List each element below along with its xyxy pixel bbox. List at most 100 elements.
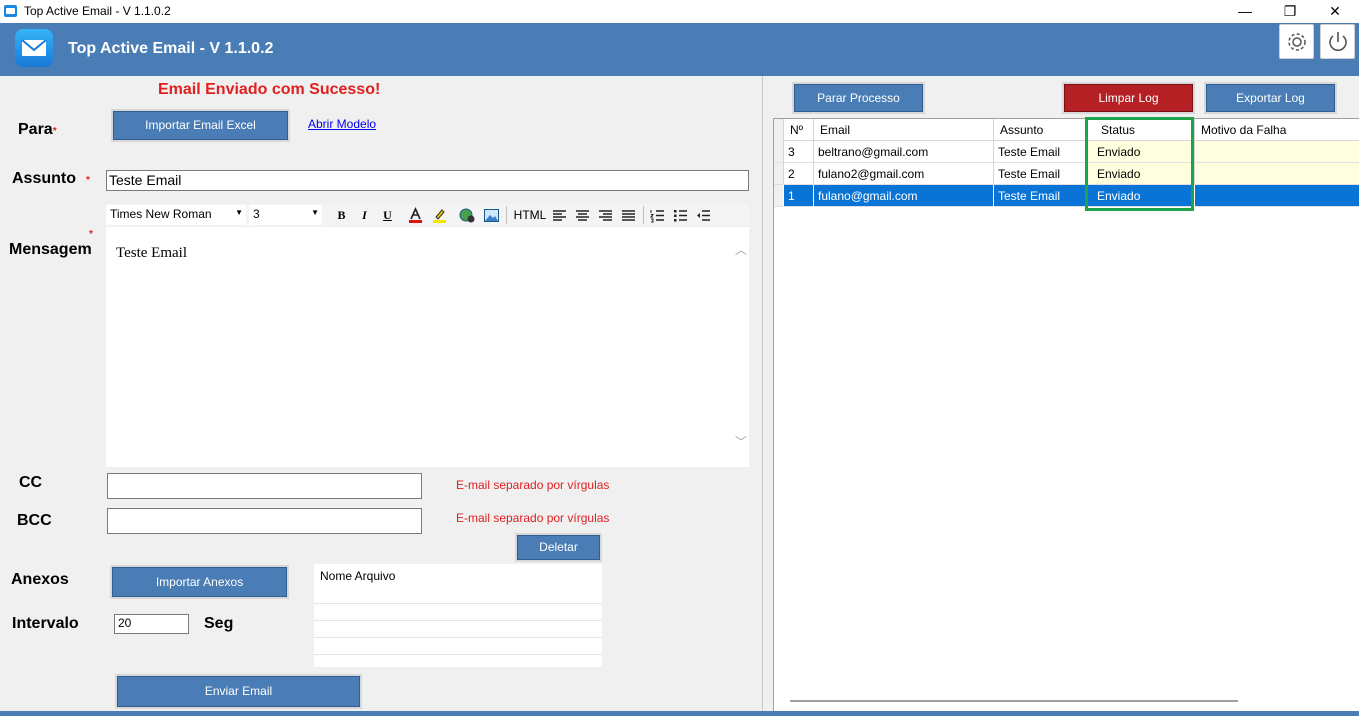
import-excel-button[interactable]: Importar Email Excel	[113, 111, 288, 140]
window-titlebar: Top Active Email - V 1.1.0.2 — ❐ ✕	[0, 0, 1359, 23]
table-row[interactable]: 3 beltrano@gmail.com Teste Email Enviado	[774, 141, 1359, 163]
bcc-hint: E-mail separado por vírgulas	[456, 511, 610, 525]
underline-button[interactable]: U	[379, 207, 396, 224]
stop-process-button[interactable]: Parar Processo	[794, 84, 923, 112]
align-right-icon[interactable]	[597, 207, 614, 224]
list-divider	[314, 637, 602, 638]
toolbar-separator	[643, 206, 644, 224]
horizontal-scrollbar[interactable]	[790, 700, 1238, 702]
list-divider	[314, 654, 602, 655]
toolbar-separator	[506, 206, 507, 224]
cc-input[interactable]	[107, 473, 422, 499]
bcc-input[interactable]	[107, 508, 422, 534]
row-failure-reason	[1195, 185, 1359, 207]
message-editor[interactable]: Teste Email ︿ ﹀	[106, 227, 749, 467]
table-row-selected[interactable]: 1 fulano@gmail.com Teste Email Enviado	[774, 185, 1359, 207]
chevron-down-icon: ▼	[311, 208, 319, 217]
subject-input[interactable]: Teste Email	[106, 170, 749, 191]
send-email-button[interactable]: Enviar Email	[117, 676, 360, 707]
column-header-email[interactable]: Email	[814, 119, 994, 141]
row-email: fulano2@gmail.com	[814, 163, 994, 185]
column-header-failure-reason[interactable]: Motivo da Falha	[1195, 119, 1359, 141]
row-number: 3	[784, 141, 814, 163]
row-status: Enviado	[1088, 163, 1195, 185]
interval-unit: Seg	[204, 615, 234, 632]
to-label: Para*	[18, 121, 57, 138]
font-size-select[interactable]: 3 ▼	[249, 205, 322, 225]
clear-log-button[interactable]: Limpar Log	[1064, 84, 1193, 112]
attachments-list[interactable]: Nome Arquivo	[314, 564, 602, 667]
row-subject: Teste Email	[994, 163, 1088, 185]
close-button[interactable]: ✕	[1312, 0, 1358, 23]
editor-toolbar: Times New Roman ▼ 3 ▼ B I U HTML	[106, 204, 749, 226]
numbered-list-icon[interactable]	[649, 207, 666, 224]
font-family-select[interactable]: Times New Roman ▼	[106, 205, 246, 225]
bcc-label: BCC	[17, 512, 52, 529]
row-header-cell	[774, 141, 784, 163]
window-title: Top Active Email - V 1.1.0.2	[24, 4, 171, 18]
minimize-button[interactable]: —	[1222, 0, 1268, 23]
row-subject: Teste Email	[994, 141, 1088, 163]
attachments-column-header: Nome Arquivo	[320, 569, 396, 583]
message-label: Mensagem *	[9, 229, 93, 258]
insert-link-icon[interactable]	[459, 207, 476, 224]
app-title: Top Active Email - V 1.1.0.2	[68, 40, 274, 57]
attachments-label: Anexos	[11, 571, 69, 588]
gear-icon	[1288, 33, 1306, 51]
row-header-cell	[774, 185, 784, 207]
chevron-down-icon: ▼	[235, 208, 243, 217]
row-email: fulano@gmail.com	[814, 185, 994, 207]
cc-label: CC	[19, 474, 43, 491]
log-grid[interactable]: Nº Email Assunto Status Motivo da Falha …	[773, 118, 1359, 712]
list-divider	[314, 603, 602, 604]
interval-label: Intervalo	[12, 615, 79, 632]
font-family-value: Times New Roman	[110, 207, 212, 221]
row-subject: Teste Email	[994, 185, 1088, 207]
row-failure-reason	[1195, 141, 1359, 163]
app-header: Top Active Email - V 1.1.0.2	[0, 23, 1359, 76]
panel-splitter[interactable]	[762, 76, 772, 712]
maximize-button[interactable]: ❐	[1267, 0, 1313, 23]
insert-image-icon[interactable]	[483, 207, 500, 224]
power-icon	[1329, 32, 1347, 51]
settings-button[interactable]	[1279, 24, 1314, 59]
column-header-subject[interactable]: Assunto	[994, 119, 1088, 141]
outdent-icon[interactable]	[695, 207, 712, 224]
app-icon	[4, 5, 17, 17]
list-divider	[314, 620, 602, 621]
row-failure-reason	[1195, 163, 1359, 185]
row-status: Enviado	[1088, 141, 1195, 163]
column-header-status[interactable]: Status	[1088, 119, 1195, 141]
open-template-link[interactable]: Abrir Modelo	[308, 117, 376, 131]
font-color-icon[interactable]	[407, 207, 424, 224]
cc-hint: E-mail separado por vírgulas	[456, 478, 610, 492]
export-log-button[interactable]: Exportar Log	[1206, 84, 1335, 112]
row-email: beltrano@gmail.com	[814, 141, 994, 163]
italic-button[interactable]: I	[356, 207, 373, 224]
align-left-icon[interactable]	[551, 207, 568, 224]
scroll-down-icon[interactable]: ﹀	[735, 433, 747, 450]
font-size-value: 3	[253, 207, 260, 221]
subject-label: Assunto *	[12, 170, 90, 187]
bullet-list-icon[interactable]	[672, 207, 689, 224]
mail-icon	[15, 29, 53, 67]
highlight-icon[interactable]	[431, 207, 448, 224]
row-header-cell	[774, 163, 784, 185]
align-center-icon[interactable]	[574, 207, 591, 224]
html-button[interactable]: HTML	[512, 207, 548, 224]
success-message: Email Enviado com Sucesso!	[158, 81, 381, 98]
row-status: Enviado	[1088, 185, 1195, 207]
import-attachments-button[interactable]: Importar Anexos	[112, 567, 287, 597]
bold-button[interactable]: B	[333, 207, 350, 224]
align-justify-icon[interactable]	[620, 207, 637, 224]
row-number: 2	[784, 163, 814, 185]
column-header-number[interactable]: Nº	[784, 119, 814, 141]
bottom-accent-bar	[0, 711, 1359, 716]
message-body: Teste Email	[116, 245, 188, 261]
power-button[interactable]	[1320, 24, 1355, 59]
interval-input[interactable]: 20	[114, 614, 189, 634]
scroll-up-icon[interactable]: ︿	[735, 241, 747, 258]
table-row[interactable]: 2 fulano2@gmail.com Teste Email Enviado	[774, 163, 1359, 185]
delete-button[interactable]: Deletar	[517, 535, 600, 560]
row-number: 1	[784, 185, 814, 207]
